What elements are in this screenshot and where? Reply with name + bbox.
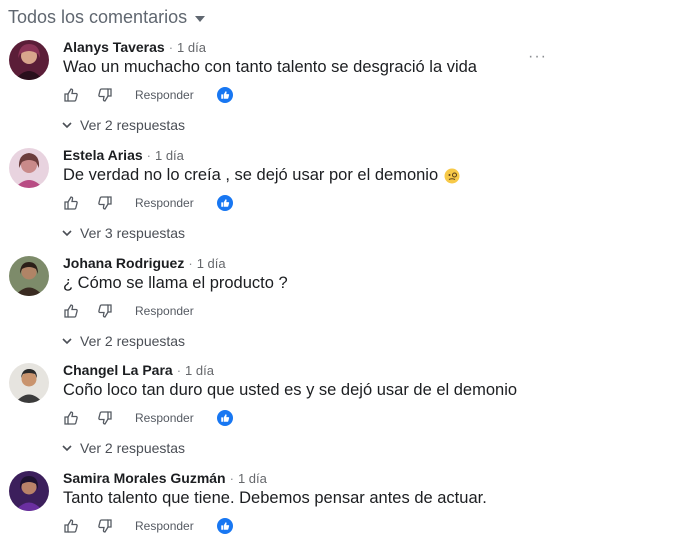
view-replies-label: Ver 3 respuestas — [80, 225, 186, 241]
view-replies-button[interactable]: Ver 2 respuestas — [62, 116, 185, 134]
comment-timestamp: 1 día — [154, 147, 184, 163]
reply-button[interactable]: Responder — [135, 411, 194, 425]
comment-author[interactable]: Estela Arias — [63, 147, 143, 163]
separator-dot: · — [188, 255, 193, 271]
like-icon[interactable] — [63, 303, 79, 319]
comment-timestamp: 1 día — [237, 470, 267, 486]
chevron-down-icon — [62, 338, 72, 345]
comment-author[interactable]: Johana Rodriguez — [63, 255, 184, 271]
comment-item: Estela Arias · 1 día De verdad no lo cre… — [0, 146, 680, 254]
separator-dot: · — [168, 39, 174, 55]
like-icon[interactable] — [63, 87, 79, 103]
dislike-icon[interactable] — [97, 518, 113, 534]
like-icon[interactable] — [63, 410, 79, 426]
like-reaction-icon[interactable] — [216, 410, 233, 426]
like-reaction-icon[interactable] — [216, 518, 233, 534]
dislike-icon[interactable] — [97, 410, 113, 426]
chevron-down-icon — [62, 230, 72, 237]
separator-dot: · — [146, 147, 151, 163]
comment-text: Coño loco tan duro que usted es y se dej… — [63, 381, 518, 399]
comment-item: Alanys Taveras · 1 día Wao un muchacho c… — [0, 38, 680, 146]
comments-filter-label: Todos los comentarios — [8, 6, 188, 27]
dislike-icon[interactable] — [97, 87, 113, 103]
comment-author[interactable]: Changel La Para — [63, 362, 173, 378]
dislike-icon[interactable] — [97, 195, 113, 211]
reply-button[interactable]: Responder — [135, 304, 194, 318]
like-icon[interactable] — [63, 195, 79, 211]
reply-button[interactable]: Responder — [135, 519, 194, 533]
caret-down-icon[interactable] — [195, 15, 206, 22]
avatar[interactable] — [9, 471, 49, 511]
view-replies-label: Ver 2 respuestas — [80, 440, 186, 456]
separator-dot: · — [229, 470, 234, 486]
chevron-down-icon — [62, 122, 72, 129]
view-replies-button[interactable]: Ver 2 respuestas — [62, 332, 185, 350]
avatar[interactable] — [9, 363, 49, 403]
more-options-icon[interactable]: ··· — [528, 48, 547, 66]
comments-filter-header[interactable]: Todos los comentarios — [8, 6, 206, 28]
comment-author[interactable]: Samira Morales Guzmán — [63, 470, 226, 486]
separator-dot: · — [176, 362, 182, 378]
comment-text: Wao un muchacho con tanto talento se des… — [63, 58, 477, 76]
view-replies-button[interactable]: Ver 2 respuestas — [62, 439, 185, 457]
comment-timestamp: 1 día — [196, 255, 226, 271]
like-reaction-icon[interactable] — [216, 195, 233, 211]
avatar[interactable] — [9, 40, 49, 80]
chevron-down-icon — [62, 445, 72, 452]
reply-button[interactable]: Responder — [135, 196, 194, 210]
comment-timestamp: 1 día — [177, 39, 206, 55]
reply-button[interactable]: Responder — [135, 88, 194, 102]
view-replies-label: Ver 2 respuestas — [80, 333, 186, 349]
view-replies-button[interactable]: Ver 3 respuestas — [62, 224, 185, 242]
avatar[interactable] — [9, 256, 49, 296]
comment-text: Tanto talento que tiene. Debemos pensar … — [63, 489, 487, 507]
comment-author[interactable]: Alanys Taveras — [63, 39, 165, 55]
face-with-monocle-emoji-icon — [444, 168, 460, 184]
comment-item: Johana Rodriguez · 1 día ¿ Cómo se llama… — [0, 254, 680, 362]
avatar[interactable] — [9, 148, 49, 188]
dislike-icon[interactable] — [97, 303, 113, 319]
comment-text: De verdad no lo creía , se dejó usar por… — [63, 166, 439, 184]
view-replies-label: Ver 2 respuestas — [80, 117, 186, 133]
comment-item: Samira Morales Guzmán · 1 día Tanto tale… — [0, 469, 680, 536]
comment-text: ¿ Cómo se llama el producto ? — [63, 274, 288, 292]
like-icon[interactable] — [63, 518, 79, 534]
comment-item: Changel La Para · 1 día Coño loco tan du… — [0, 361, 680, 469]
comment-timestamp: 1 día — [185, 362, 214, 378]
like-reaction-icon[interactable] — [216, 87, 233, 103]
